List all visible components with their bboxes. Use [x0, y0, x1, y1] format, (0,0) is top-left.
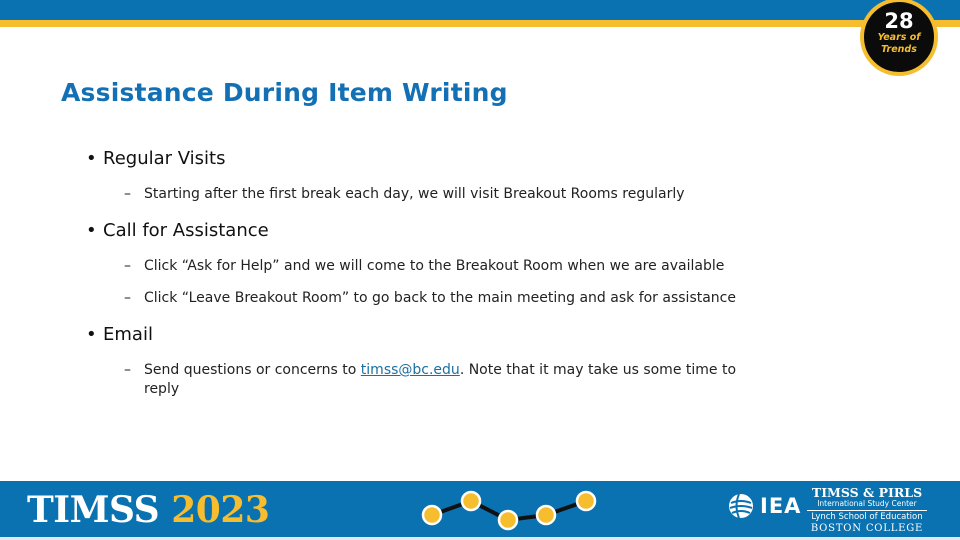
timss-pirls-isc-logo: TIMSS & PIRLS International Study Center…: [807, 486, 927, 535]
isc-line3: Lynch School of Education: [811, 512, 923, 522]
trend-dot: [460, 490, 482, 512]
trend-line-decoration: [421, 490, 597, 531]
iea-label: IEA: [760, 494, 802, 518]
trend-dot: [497, 509, 519, 531]
isc-line2: International Study Center: [807, 499, 927, 511]
trend-dot: [421, 504, 443, 526]
trend-dot: [535, 504, 557, 526]
globe-icon: [729, 493, 753, 519]
trend-dot: [575, 490, 597, 512]
isc-line1: TIMSS & PIRLS: [811, 485, 923, 500]
isc-line4: BOSTON COLLEGE: [810, 523, 924, 534]
iea-logo: IEA: [728, 493, 801, 519]
